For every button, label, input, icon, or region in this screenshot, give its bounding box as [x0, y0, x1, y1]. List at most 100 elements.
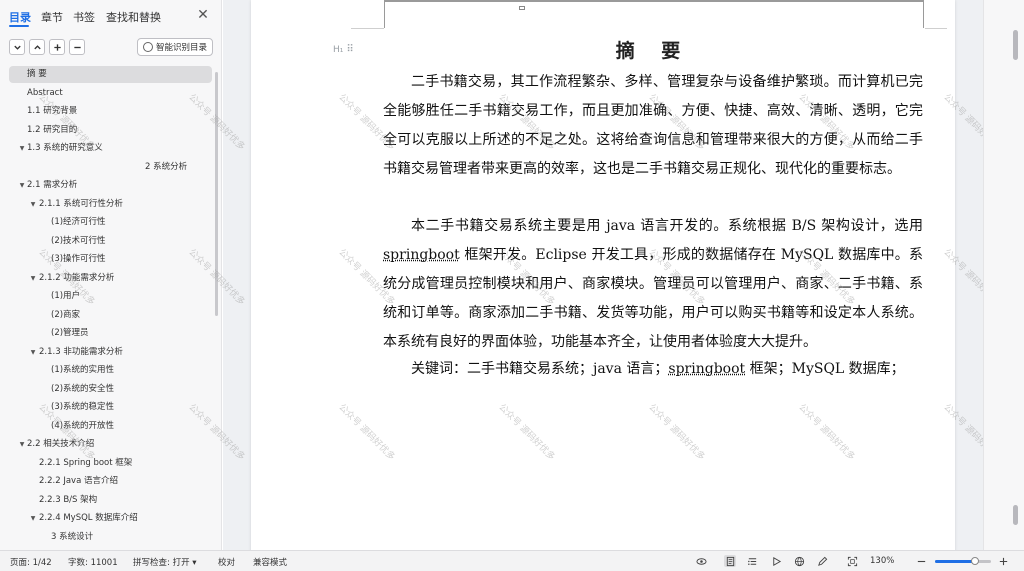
vertical-scrollbar-lower[interactable] — [1013, 505, 1018, 525]
toc-item[interactable]: 3 系统设计 — [0, 529, 214, 546]
minus-icon — [73, 46, 81, 48]
toc-item[interactable]: (2)商家 — [0, 307, 214, 324]
chevron-down-icon: ▾ — [192, 558, 197, 568]
paragraph-2-start: 本二手书籍交易系统主要是用 java 语言开发的。系统根据 B/S 架构设计，选… — [411, 218, 923, 234]
toc-item-label: 2.1.3 非功能需求分析 — [39, 346, 123, 357]
expand-arrow-icon[interactable]: ▼ — [29, 344, 37, 361]
toc-item-label: (4)系统的开放性 — [51, 420, 115, 431]
toc-item-label: 2.2.4 MySQL 数据库介绍 — [39, 513, 138, 523]
fit-page-icon[interactable] — [846, 555, 858, 567]
toc-item[interactable]: ▼ 2.2 相关技术介绍 — [0, 436, 214, 453]
pen-icon[interactable] — [816, 555, 828, 567]
expand-arrow-icon[interactable]: ▼ — [29, 510, 37, 527]
toc-item-label: (3)操作可行性 — [51, 254, 106, 264]
remove-heading-button[interactable] — [69, 39, 85, 55]
drag-dots-icon: ⠿ — [346, 44, 353, 55]
smart-toc-button[interactable]: 智能识别目录 — [137, 38, 213, 56]
smart-toc-label: 智能识别目录 — [155, 43, 207, 53]
toc-item[interactable]: (2)管理员 — [0, 325, 214, 342]
smart-recognize-icon — [142, 42, 153, 52]
eye-icon[interactable] — [695, 555, 707, 567]
toc-item-label: (2)管理员 — [51, 328, 89, 338]
collapse-down-button[interactable] — [9, 39, 25, 55]
toc-item[interactable]: ▼ 1.3 系统的研究意义 — [0, 140, 214, 157]
tab-bookmarks[interactable]: 书签 — [73, 9, 95, 25]
toc-item[interactable]: (3)操作可行性 — [0, 251, 214, 268]
word-count[interactable]: 字数: 11001 — [68, 556, 118, 568]
toc-item-label: 2.2.1 Spring boot 框架 — [39, 457, 133, 468]
toc-item[interactable]: (2)系统的安全性 — [0, 381, 214, 398]
toc-item[interactable]: ▼ 2.1.3 非功能需求分析 — [0, 344, 214, 361]
navigation-panel: 目录 章节 书签 查找和替换 ✕ 智能识别目录 摘 要 Abstract 1.1 研… — [0, 0, 222, 550]
toc-item-label: 2.1 需求分析 — [27, 180, 78, 190]
zoom-slider-knob[interactable] — [971, 557, 980, 565]
expand-arrow-icon[interactable]: ▼ — [18, 140, 26, 157]
proofread-button[interactable]: 校对 — [218, 556, 235, 568]
web-layout-icon[interactable] — [793, 555, 805, 567]
page-header-frame — [384, 0, 924, 28]
toc-item[interactable]: (2)技术可行性 — [0, 233, 214, 250]
toc-item-label: (1)经济可行性 — [51, 217, 106, 227]
page-indicator[interactable]: 页面: 1/42 — [10, 556, 52, 568]
active-tab-indicator — [9, 25, 29, 27]
toc-item-label: 2 系统分析 — [145, 161, 188, 172]
keywords-label: 关键词： — [411, 361, 467, 377]
zoom-level[interactable]: 130% — [870, 556, 894, 566]
heading-drag-handle[interactable]: H₁ ⠿ — [333, 44, 354, 55]
zoom-slider[interactable] — [935, 557, 991, 565]
toc-item[interactable]: 2.2.2 Java 语言介绍 — [0, 473, 214, 490]
toc-item[interactable]: 摘 要 — [9, 66, 212, 83]
plus-icon — [53, 43, 61, 51]
toc-item[interactable]: Abstract — [0, 85, 214, 102]
toc-item[interactable]: ▼ 2.1 需求分析 — [0, 177, 214, 194]
toc-item-label: (1)用户 — [51, 291, 81, 301]
zoom-in-icon[interactable] — [997, 555, 1009, 567]
expand-arrow-icon[interactable]: ▼ — [18, 436, 26, 453]
toc-item-label: (2)系统的安全性 — [51, 383, 115, 394]
expand-arrow-icon[interactable]: ▼ — [29, 270, 37, 287]
toc-item[interactable]: (4)系统的开放性 — [0, 418, 214, 435]
tab-chapters[interactable]: 章节 — [41, 9, 63, 25]
abstract-paragraph-1: 二手书籍交易，其工作流程繁杂、多样、管理复杂与设备维护繁琐。而计算机已完全能够胜… — [383, 74, 923, 177]
toc-item[interactable]: 1.2 研究目的 — [0, 122, 214, 139]
spellcheck-toggle[interactable]: 拼写检查: 打开 ▾ — [133, 556, 197, 568]
spellcheck-word[interactable]: springboot — [383, 247, 460, 263]
toc-item[interactable]: 2.2.1 Spring boot 框架 — [0, 455, 214, 472]
vertical-scrollbar-thumb[interactable] — [1013, 30, 1018, 60]
toc-item[interactable]: 2.2.3 B/S 架构 — [0, 492, 214, 509]
toc-item[interactable]: (1)用户 — [0, 288, 214, 305]
close-icon[interactable]: ✕ — [196, 7, 210, 23]
toc-item[interactable]: 2 系统分析 — [0, 159, 214, 176]
nav-tabs: 目录 章节 书签 查找和替换 ✕ — [0, 0, 222, 32]
toc-item-label: 2.1.1 系统可行性分析 — [39, 198, 123, 209]
toc-list: 摘 要 Abstract 1.1 研究背景 1.2 研究目的 ▼ 1.3 系统的研究意义 2… — [0, 66, 216, 550]
heading-level-marker: H₁ — [333, 44, 344, 55]
toc-item[interactable]: (1)系统的实用性 — [0, 362, 214, 379]
tab-toc[interactable]: 目录 — [9, 9, 31, 25]
zoom-out-icon[interactable] — [915, 555, 927, 567]
toc-item[interactable]: (3)系统的稳定性 — [0, 399, 214, 416]
toc-item[interactable]: ▼ 2.1.2 功能需求分析 — [0, 270, 214, 287]
toc-item[interactable]: 1.1 研究背景 — [0, 103, 214, 120]
abstract-paragraph-2: 本二手书籍交易系统主要是用 java 语言开发的。系统根据 B/S 架构设计，选… — [383, 212, 923, 357]
add-heading-button[interactable] — [49, 39, 65, 55]
paragraph-2-rest: 框架开发。Eclipse 开发工具，形成的数据储存在 MySQL 数据库中。系统… — [383, 247, 923, 350]
collapse-up-button[interactable] — [29, 39, 45, 55]
expand-arrow-icon[interactable]: ▼ — [29, 196, 37, 213]
spellcheck-word-keywords[interactable]: springboot — [668, 361, 745, 377]
document-page[interactable]: H₁ ⠿ 摘 要 二手书籍交易，其工作流程繁杂、多样、管理复杂与设备维护繁琐。而… — [251, 0, 955, 550]
toc-item[interactable]: ▼ 2.1.1 系统可行性分析 — [0, 196, 214, 213]
play-icon[interactable] — [770, 555, 782, 567]
keywords-start: 二手书籍交易系统；java 语言； — [467, 361, 669, 377]
expand-arrow-icon[interactable]: ▼ — [18, 177, 26, 194]
tab-find-replace[interactable]: 查找和替换 — [106, 9, 161, 25]
toc-item-label: (2)商家 — [51, 309, 81, 320]
nav-scrollbar[interactable] — [215, 72, 218, 316]
toc-item[interactable]: ▼ 2.2.4 MySQL 数据库介绍 — [0, 510, 214, 527]
toc-item[interactable]: (1)经济可行性 — [0, 214, 214, 231]
toc-item-label: 1.2 研究目的 — [27, 124, 78, 135]
outline-view-icon[interactable] — [746, 555, 758, 567]
zoom-slider-fill — [935, 560, 976, 563]
page-title: 摘 要 — [615, 40, 691, 62]
page-view-icon[interactable] — [724, 555, 736, 567]
